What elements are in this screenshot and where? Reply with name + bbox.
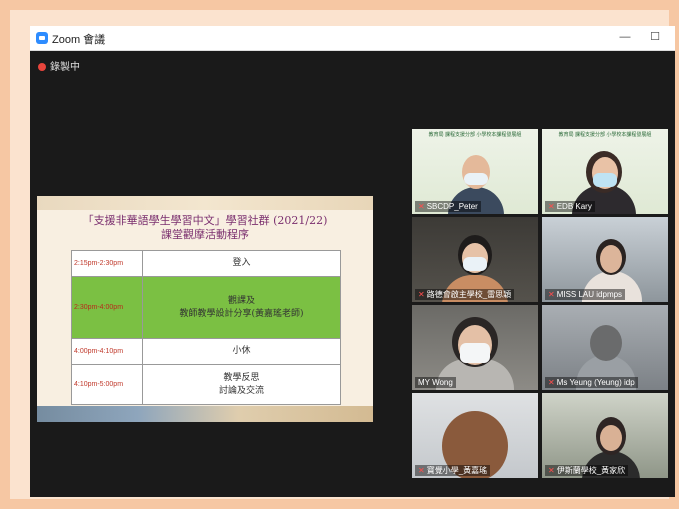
activity-line: 討論及交流 [218,385,264,396]
activity-line: 登入 [232,258,251,268]
participant-name-label: ✕ EDB Kary [545,201,595,212]
participant-tile-active-speaker[interactable]: MY Wong [412,305,538,390]
participant-name: 寶覺小學_黃嘉瑤 [426,466,488,475]
participant-name: EDB Kary [556,202,592,211]
table-row: 4:00pm-4:10pm 小休 [71,338,341,365]
activity-cell: 小休 [142,338,341,365]
time-cell: 4:10pm-5:00pm [71,364,143,405]
time-cell: 2:30pm-4:00pm [71,276,143,339]
participant-tile[interactable]: ✕ 寶覺小學_黃嘉瑤 [412,393,538,478]
mic-muted-icon: ✕ [548,466,555,475]
participant-name-label: ✕ 伊斯蘭學校_黃家欣 [545,465,629,476]
participant-tile[interactable]: 教育局 課程支援分部 小學校本課程發展組 ✕ SBCDP_Peter [412,129,538,214]
table-row: 2:30pm-4:00pm 觀課及 教師教學設計分享(黃嘉瑤老師) [71,276,341,339]
table-row: 2:15pm-2:30pm 登入 [71,250,341,277]
mic-muted-icon: ✕ [418,466,425,475]
mic-muted-icon: ✕ [548,378,555,387]
participant-name-label: ✕ SBCDP_Peter [415,201,481,212]
participant-tile[interactable]: ✕ MISS LAU idpmps [542,217,668,302]
window-title: Zoom 會議 [52,34,106,46]
table-row: 4:10pm-5:00pm 教學反思 討論及交流 [71,364,341,405]
face-mask [460,343,490,363]
activity-line: 教學反思 [223,372,260,383]
slide-title-line2: 課堂觀摩活動程序 [161,228,249,241]
maximize-button[interactable]: ☐ [646,29,664,45]
minimize-button[interactable]: — [616,29,634,45]
participant-name-label: MY Wong [415,377,456,388]
participant-tile[interactable]: ✕ 路德會啟主學校_雷思穎 [412,217,538,302]
participant-name: 伊斯蘭學校_黃家欣 [556,466,626,475]
activity-line: 教師教學設計分享(黃嘉瑤老師) [179,308,304,319]
recording-indicator[interactable]: 錄製中 [38,58,80,73]
participant-name-label: ✕ MISS LAU idpmps [545,289,626,300]
time-cell: 4:00pm-4:10pm [71,338,143,365]
activity-cell: 登入 [142,250,341,277]
slide-title: 「支援非華語學生學習中文」學習社群 (2021/22) 課堂觀摩活動程序 [47,214,363,242]
mic-muted-icon: ✕ [548,202,555,211]
participant-name: MY Wong [418,378,453,387]
mic-muted-icon: ✕ [548,290,555,299]
mic-muted-icon: ✕ [418,290,425,299]
mic-muted-icon: ✕ [418,202,425,211]
activity-line: 小休 [232,346,251,356]
participant-name: MISS LAU idpmps [556,290,623,299]
recording-label: 錄製中 [50,62,80,73]
participant-name-label: ✕ Ms Yeung (Yeung) idp [545,377,638,388]
participant-name: Ms Yeung (Yeung) idp [556,378,635,387]
person-head [590,325,622,361]
participant-tile[interactable]: ✕ 伊斯蘭學校_黃家欣 [542,393,668,478]
zoom-app-icon [36,32,48,44]
activity-cell: 觀課及 教師教學設計分享(黃嘉瑤老師) [142,276,341,339]
participant-tile[interactable]: ✕ Ms Yeung (Yeung) idp [542,305,668,390]
slide-decoration-bottom [37,406,373,422]
activity-cell: 教學反思 討論及交流 [142,364,341,405]
participant-name: SBCDP_Peter [426,202,478,211]
slide-title-line1: 「支援非華語學生學習中文」學習社群 (2021/22) [82,214,328,227]
schedule-table: 2:15pm-2:30pm 登入 2:30pm-4:00pm 觀課及 教師教學設… [71,250,341,405]
participant-tile[interactable]: 教育局 課程支援分部 小學校本課程發展組 ✕ EDB Kary [542,129,668,214]
banner-text: 教育局 課程支援分部 小學校本課程發展組 [558,132,652,138]
zoom-window: Zoom 會議 — ☐ 錄製中 「支援非華語學生學習中文」學習社群 (2021/… [30,26,675,497]
title-bar: Zoom 會議 — ☐ [30,26,675,51]
face-mask [463,257,487,271]
banner-text: 教育局 課程支援分部 小學校本課程發展組 [428,132,522,138]
slide-decoration-top [37,196,373,210]
shared-screen: 「支援非華語學生學習中文」學習社群 (2021/22) 課堂觀摩活動程序 2:1… [37,196,373,422]
activity-line: 觀課及 [227,295,255,306]
participant-name-label: ✕ 寶覺小學_黃嘉瑤 [415,465,491,476]
participant-name: 路德會啟主學校_雷思穎 [426,290,512,299]
recording-dot-icon [38,63,46,71]
time-cell: 2:15pm-2:30pm [71,250,143,277]
face-mask [593,173,617,187]
face-mask [464,173,488,185]
person-head [600,425,622,451]
person-head [600,245,622,273]
participant-name-label: ✕ 路德會啟主學校_雷思穎 [415,289,515,300]
